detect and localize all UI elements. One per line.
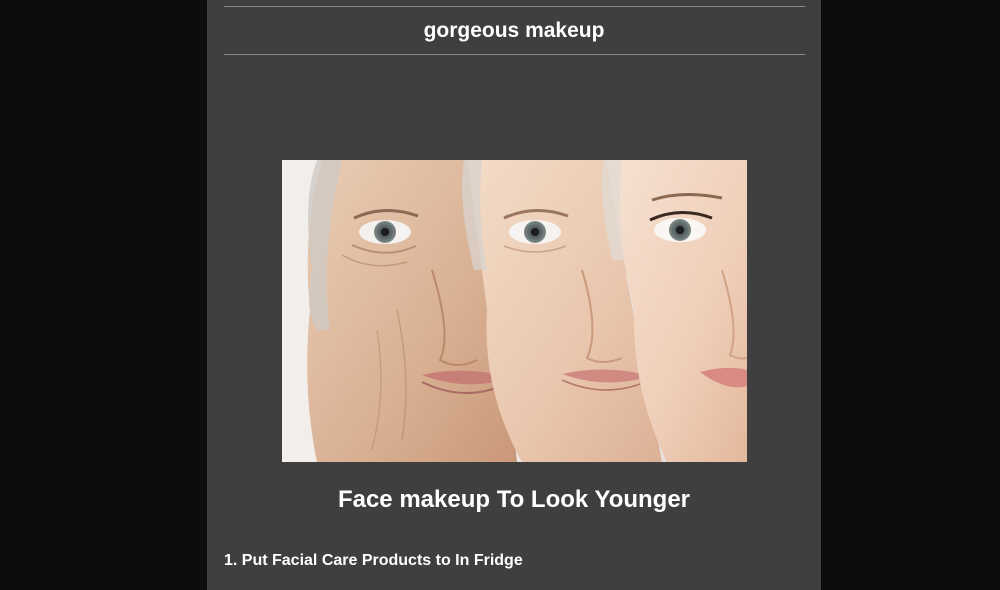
article-hero-image bbox=[282, 160, 747, 462]
site-title[interactable]: gorgeous makeup bbox=[207, 18, 821, 44]
page: gorgeous makeup Face makeup To Look Youn… bbox=[0, 0, 1000, 590]
three-faces-aging-illustration bbox=[282, 160, 747, 462]
header-bottom-divider bbox=[224, 54, 805, 55]
article-title: Face makeup To Look Younger bbox=[337, 486, 691, 513]
header-top-divider bbox=[224, 6, 805, 7]
content-column: gorgeous makeup Face makeup To Look Youn… bbox=[207, 0, 821, 590]
section-heading: 1. Put Facial Care Products to In Fridge bbox=[224, 552, 523, 569]
